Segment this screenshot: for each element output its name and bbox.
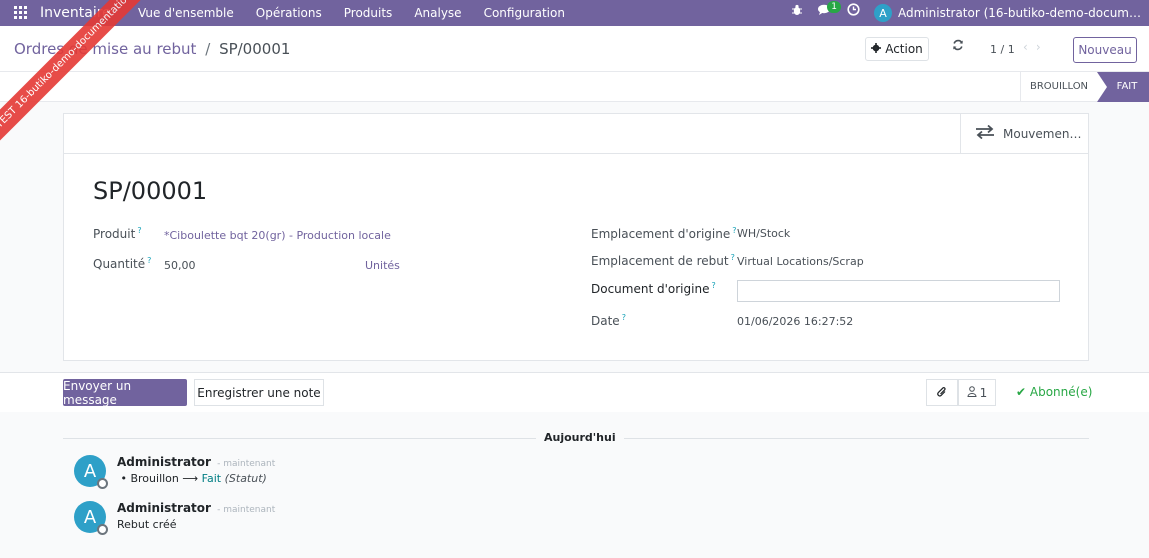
chat-icon[interactable]: 1 [817,0,841,26]
source-document-label: Document d'origine? [591,281,716,296]
paperclip-icon[interactable] [926,379,958,406]
message-author: Administrator - maintenant [117,455,276,469]
action-button[interactable]: Action [865,37,929,61]
day-separator-label: Aujourd'hui [536,431,624,444]
message-author: Administrator - maintenant [117,501,276,515]
pager-value[interactable]: 1 / 1 [990,43,1015,56]
menu-item-configuration[interactable]: Configuration [473,0,576,26]
moves-label: Mouvemen… [1003,126,1082,141]
bullet: • [117,472,131,485]
chevron-right-icon[interactable]: › [1036,40,1049,54]
chat-badge: 1 [827,1,841,13]
origin-location-label: Emplacement d'origine? [591,226,737,241]
form-sheet: Mouvemen… SP/00001 Produit? *Ciboulette … [63,113,1089,361]
log-note-button[interactable]: Enregistrer une note [194,379,324,406]
message-date: - maintenant [217,459,276,469]
top-navbar: Inventaire Vue d'ensemble Opérations Pro… [0,0,1149,26]
status-bar: BROUILLON FAIT [0,72,1149,102]
presence-status-icon [97,478,108,489]
presence-status-icon [97,524,108,535]
breadcrumb-current: SP/00001 [219,40,291,58]
quantity-label: Quantité? [93,256,152,271]
menu-item-overview[interactable]: Vue d'ensemble [127,0,245,26]
tracking-new-value: Fait [201,472,222,485]
arrow-right-icon: ⟶ [182,472,199,485]
breadcrumb-separator: / [205,40,211,58]
breadcrumb-parent[interactable]: Ordres de mise au rebut [14,40,196,58]
chatter-topbar: Envoyer un message Enregistrer une note … [0,372,1149,412]
help-icon[interactable]: ? [622,313,626,322]
help-icon[interactable]: ? [137,226,141,235]
message-tracking: • Brouillon ⟶ Fait (Statut) [117,472,267,485]
user-label: Administrator (16-butiko-demo-docum… [897,6,1141,20]
control-panel: Ordres de mise au rebut / SP/00001 Actio… [0,26,1149,72]
quantity-value: 50,00 [164,259,196,272]
help-icon[interactable]: ? [147,256,151,265]
follow-status-button[interactable]: ✔ Abonné(e) [1016,385,1092,399]
stage-done[interactable]: FAIT [1097,72,1149,102]
message-body: Rebut créé [117,518,177,531]
date-label: Date? [591,313,626,328]
refresh-icon[interactable] [952,39,964,55]
product-label: Produit? [93,226,142,241]
bug-icon[interactable] [791,0,803,26]
menu-item-analysis[interactable]: Analyse [403,0,472,26]
pager-arrows: ‹› [1023,40,1049,54]
send-message-button[interactable]: Envoyer un message [63,379,187,407]
stage-draft[interactable]: BROUILLON [1020,72,1097,102]
chevron-left-icon[interactable]: ‹ [1023,40,1036,54]
user-avatar: A [873,4,892,22]
scrap-location-label: Emplacement de rebut? [591,253,735,268]
origin-location-value: WH/Stock [737,227,791,240]
smart-button-box: Mouvemen… [64,114,1088,154]
help-icon[interactable]: ? [711,281,715,290]
followers-button[interactable]: 1 [958,379,996,406]
menu-item-operations[interactable]: Opérations [245,0,333,26]
chatter-message: A Administrator - maintenant • Brouillon… [74,455,674,491]
followers-count: 1 [979,385,988,400]
scrap-location-value: Virtual Locations/Scrap [737,255,864,268]
clock-icon[interactable] [847,0,860,26]
help-icon[interactable]: ? [732,226,736,235]
transfer-arrows-icon [975,124,995,142]
systray: 1 A Administrator (16-butiko-demo-docum… [791,0,1141,26]
check-icon: ✔ [1016,385,1027,399]
source-document-input[interactable] [737,280,1060,302]
uom-value[interactable]: Unités [365,259,400,272]
product-value[interactable]: *Ciboulette bqt 20(gr) - Production loca… [164,229,391,242]
author-avatar[interactable]: A [74,501,108,535]
chatter-message: A Administrator - maintenant Rebut créé [74,501,674,537]
user-menu[interactable]: A Administrator (16-butiko-demo-docum… [873,4,1141,22]
message-date: - maintenant [217,505,276,515]
tracking-field-name: (Statut) [224,472,267,485]
author-avatar[interactable]: A [74,455,108,489]
action-label: Action [885,42,923,56]
gear-icon [871,42,882,56]
new-button[interactable]: Nouveau [1073,37,1137,63]
user-icon [967,385,977,400]
date-value: 01/06/2026 16:27:52 [737,315,854,328]
menu-item-products[interactable]: Produits [333,0,404,26]
apps-grid-icon[interactable] [8,0,34,26]
help-icon[interactable]: ? [731,253,735,262]
main-menu: Vue d'ensemble Opérations Produits Analy… [127,0,576,26]
moves-smart-button[interactable]: Mouvemen… [960,114,1088,153]
tracking-old-value: Brouillon [130,472,179,485]
record-name: SP/00001 [93,177,208,205]
